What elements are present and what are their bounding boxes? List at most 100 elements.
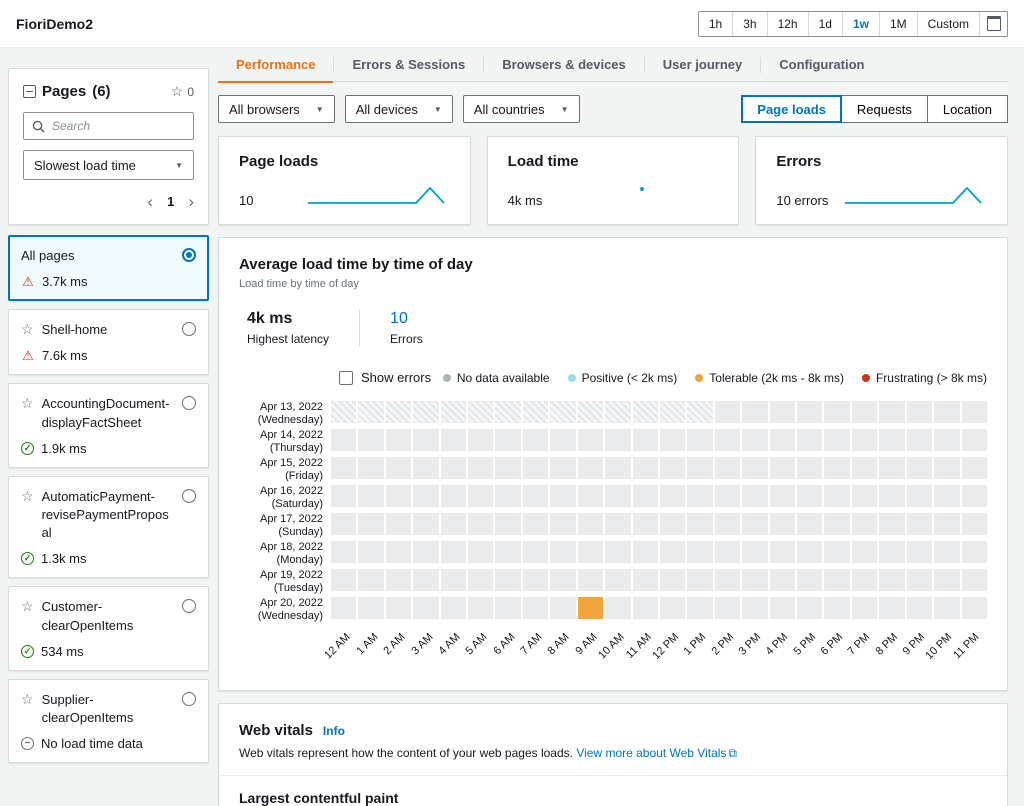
heatmap-cell[interactable] [742,541,767,563]
heatmap-cell[interactable] [468,485,493,507]
heatmap-cell[interactable] [413,485,438,507]
heatmap-cell[interactable] [879,569,904,591]
heatmap-cell[interactable] [578,597,603,619]
heatmap-cell[interactable] [715,513,740,535]
heatmap-cell[interactable] [962,401,987,423]
heatmap-cell[interactable] [358,429,383,451]
heatmap-cell[interactable] [797,401,822,423]
radio-button[interactable] [182,248,196,262]
time-range-1w[interactable]: 1w [842,12,879,36]
heatmap-cell[interactable] [934,541,959,563]
heatmap-cell[interactable] [331,513,356,535]
heatmap-cell[interactable] [852,597,877,619]
star-icon[interactable]: ☆ [21,395,34,412]
heatmap-cell[interactable] [605,485,630,507]
radio-button[interactable] [182,692,196,706]
search-input[interactable]: Search [23,112,194,140]
heatmap-cell[interactable] [523,401,548,423]
heatmap-cell[interactable] [879,457,904,479]
heatmap-cell[interactable] [687,569,712,591]
time-range-12h[interactable]: 12h [767,12,808,36]
heatmap-cell[interactable] [687,457,712,479]
heatmap-cell[interactable] [441,401,466,423]
heatmap-cell[interactable] [879,597,904,619]
heatmap-cell[interactable] [386,513,411,535]
heatmap-cell[interactable] [468,401,493,423]
radio-button[interactable] [182,599,196,613]
heatmap-cell[interactable] [797,457,822,479]
heatmap-cell[interactable] [550,569,575,591]
heatmap-cell[interactable] [770,429,795,451]
heatmap-cell[interactable] [687,541,712,563]
heatmap-cell[interactable] [797,429,822,451]
heatmap-cell[interactable] [523,597,548,619]
errors-value[interactable]: 10 [390,310,423,328]
heatmap-cell[interactable] [358,401,383,423]
heatmap-cell[interactable] [578,513,603,535]
heatmap-cell[interactable] [605,569,630,591]
heatmap-cell[interactable] [386,485,411,507]
heatmap-cell[interactable] [386,429,411,451]
heatmap-cell[interactable] [550,541,575,563]
heatmap-cell[interactable] [523,485,548,507]
heatmap-cell[interactable] [358,597,383,619]
time-range-1d[interactable]: 1d [808,12,842,36]
heatmap-cell[interactable] [962,569,987,591]
heatmap-cell[interactable] [907,513,932,535]
filter-all-devices[interactable]: All devices▼ [345,95,453,123]
tab-errors-sessions[interactable]: Errors & Sessions [334,48,483,82]
heatmap-cell[interactable] [934,429,959,451]
heatmap-cell[interactable] [633,597,658,619]
heatmap-cell[interactable] [468,569,493,591]
heatmap-cell[interactable] [413,513,438,535]
heatmap-cell[interactable] [907,457,932,479]
heatmap-cell[interactable] [386,597,411,619]
heatmap-cell[interactable] [687,401,712,423]
heatmap-cell[interactable] [962,513,987,535]
heatmap-cell[interactable] [770,485,795,507]
heatmap-cell[interactable] [687,597,712,619]
sort-select[interactable]: Slowest load time ▼ [23,150,194,180]
heatmap-cell[interactable] [441,569,466,591]
collapse-icon[interactable] [23,85,36,98]
page-number[interactable]: 1 [167,194,174,209]
heatmap-cell[interactable] [578,457,603,479]
heatmap-cell[interactable] [523,429,548,451]
heatmap-cell[interactable] [550,429,575,451]
heatmap-cell[interactable] [715,429,740,451]
page-item-automaticpayment-revisepaymentproposal[interactable]: ☆AutomaticPayment-revisePaymentProposal1… [8,476,209,579]
heatmap-cell[interactable] [907,569,932,591]
heatmap-cell[interactable] [441,429,466,451]
heatmap-cell[interactable] [687,429,712,451]
heatmap-cell[interactable] [797,597,822,619]
heatmap-cell[interactable] [441,485,466,507]
tab-configuration[interactable]: Configuration [761,48,882,82]
heatmap-cell[interactable] [770,457,795,479]
radio-button[interactable] [182,489,196,503]
heatmap-cell[interactable] [770,541,795,563]
heatmap-cell[interactable] [742,457,767,479]
heatmap-cell[interactable] [715,597,740,619]
heatmap-cell[interactable] [824,569,849,591]
heatmap-cell[interactable] [495,513,520,535]
heatmap-cell[interactable] [742,597,767,619]
page-item-supplier-clearopenitems[interactable]: ☆Supplier-clearOpenItemsNo load time dat… [8,679,209,763]
heatmap-cell[interactable] [331,429,356,451]
heatmap-cell[interactable] [468,457,493,479]
star-icon[interactable]: ☆ [21,598,34,615]
heatmap-cell[interactable] [824,457,849,479]
favorites-filter[interactable]: ☆ 0 [171,83,194,100]
heatmap-cell[interactable] [441,457,466,479]
heatmap-cell[interactable] [742,485,767,507]
toggle-page-loads[interactable]: Page loads [741,95,842,123]
heatmap-cell[interactable] [495,457,520,479]
heatmap-cell[interactable] [907,541,932,563]
heatmap-cell[interactable] [742,569,767,591]
heatmap-cell[interactable] [331,485,356,507]
heatmap-cell[interactable] [441,513,466,535]
heatmap-cell[interactable] [770,569,795,591]
heatmap-cell[interactable] [468,597,493,619]
time-range-custom[interactable]: Custom [917,12,979,36]
heatmap-cell[interactable] [523,457,548,479]
heatmap-cell[interactable] [495,569,520,591]
